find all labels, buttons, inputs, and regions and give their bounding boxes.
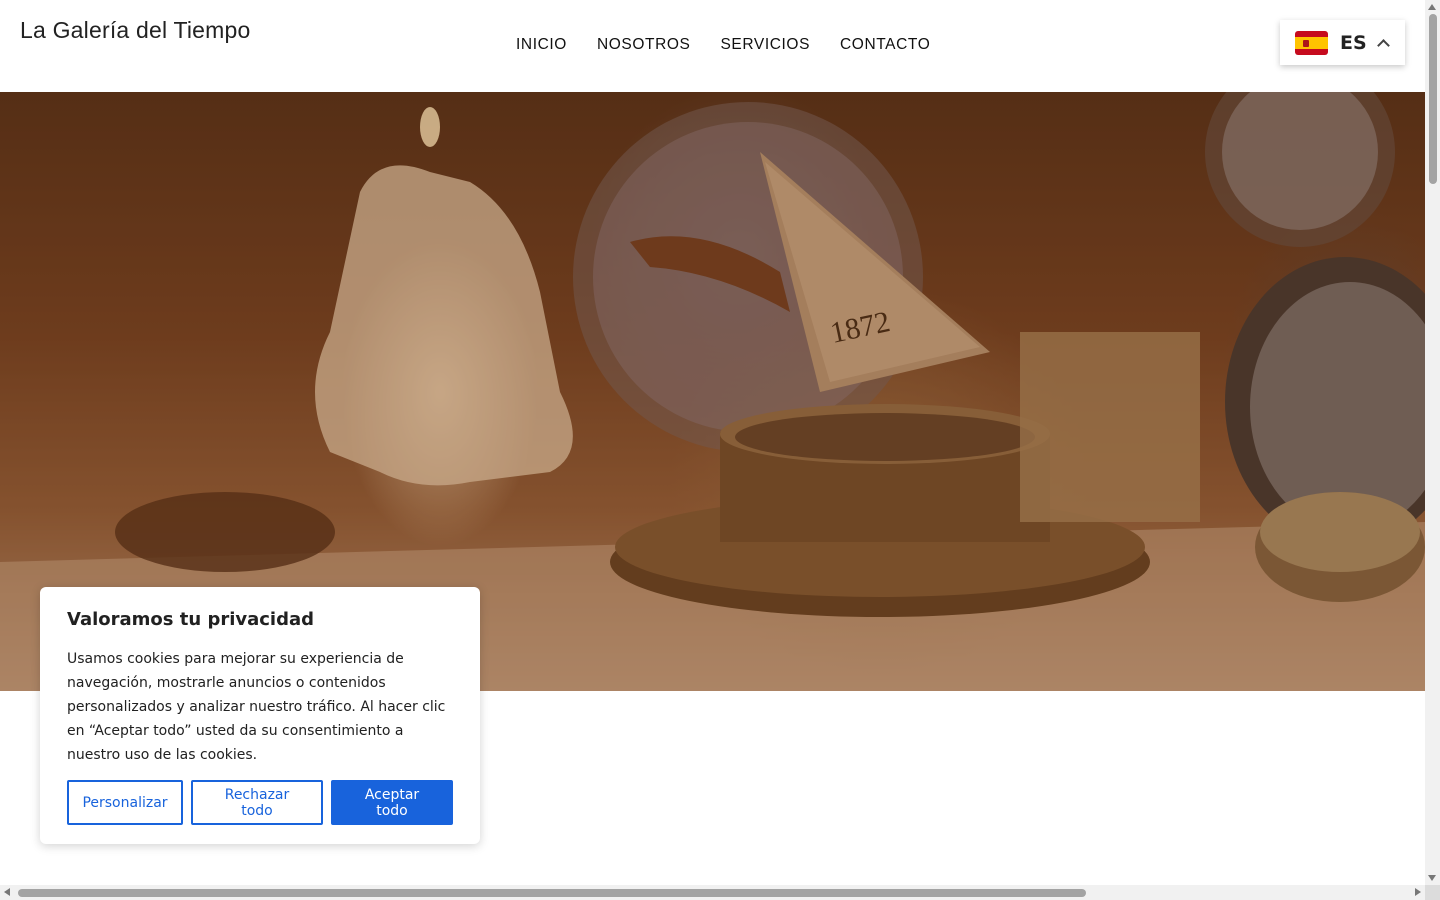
reject-all-button[interactable]: Rechazar todo — [191, 780, 323, 825]
vertical-scroll-thumb[interactable] — [1429, 14, 1437, 184]
scroll-down-arrow-icon[interactable] — [1428, 875, 1436, 881]
site-logo[interactable]: La Galería del Tiempo — [20, 17, 260, 43]
language-selector[interactable]: ES — [1280, 20, 1405, 65]
main-nav: INICIO NOSOTROS SERVICIOS CONTACTO — [516, 36, 930, 54]
nav-inicio[interactable]: INICIO — [516, 36, 567, 54]
cookie-title: Valoramos tu privacidad — [67, 609, 315, 630]
chevron-up-icon — [1376, 39, 1390, 52]
nav-nosotros[interactable]: NOSOTROS — [597, 36, 691, 54]
scrollbar-corner — [1425, 885, 1440, 900]
scroll-left-arrow-icon[interactable] — [4, 888, 10, 896]
cookie-buttons: Personalizar Rechazar todo Aceptar todo — [67, 780, 453, 825]
horizontal-scroll-thumb[interactable] — [18, 889, 1086, 897]
scroll-up-arrow-icon[interactable] — [1428, 4, 1436, 10]
site-header: La Galería del Tiempo INICIO NOSOTROS SE… — [0, 0, 1425, 92]
sundial-year-label: 1872 — [827, 305, 893, 350]
scroll-right-arrow-icon[interactable] — [1415, 888, 1421, 896]
vertical-scrollbar[interactable] — [1425, 0, 1440, 885]
cookie-text: Usamos cookies para mejorar su experienc… — [67, 651, 446, 763]
language-code: ES — [1340, 31, 1367, 54]
accept-all-button[interactable]: Aceptar todo — [331, 780, 453, 825]
spain-flag-icon — [1295, 30, 1328, 55]
nav-servicios[interactable]: SERVICIOS — [720, 36, 810, 54]
nav-contacto[interactable]: CONTACTO — [840, 36, 930, 54]
customize-button[interactable]: Personalizar — [67, 780, 183, 825]
cookie-consent-banner: Valoramos tu privacidad Usamos cookies p… — [40, 587, 480, 844]
horizontal-scrollbar[interactable] — [0, 885, 1425, 900]
